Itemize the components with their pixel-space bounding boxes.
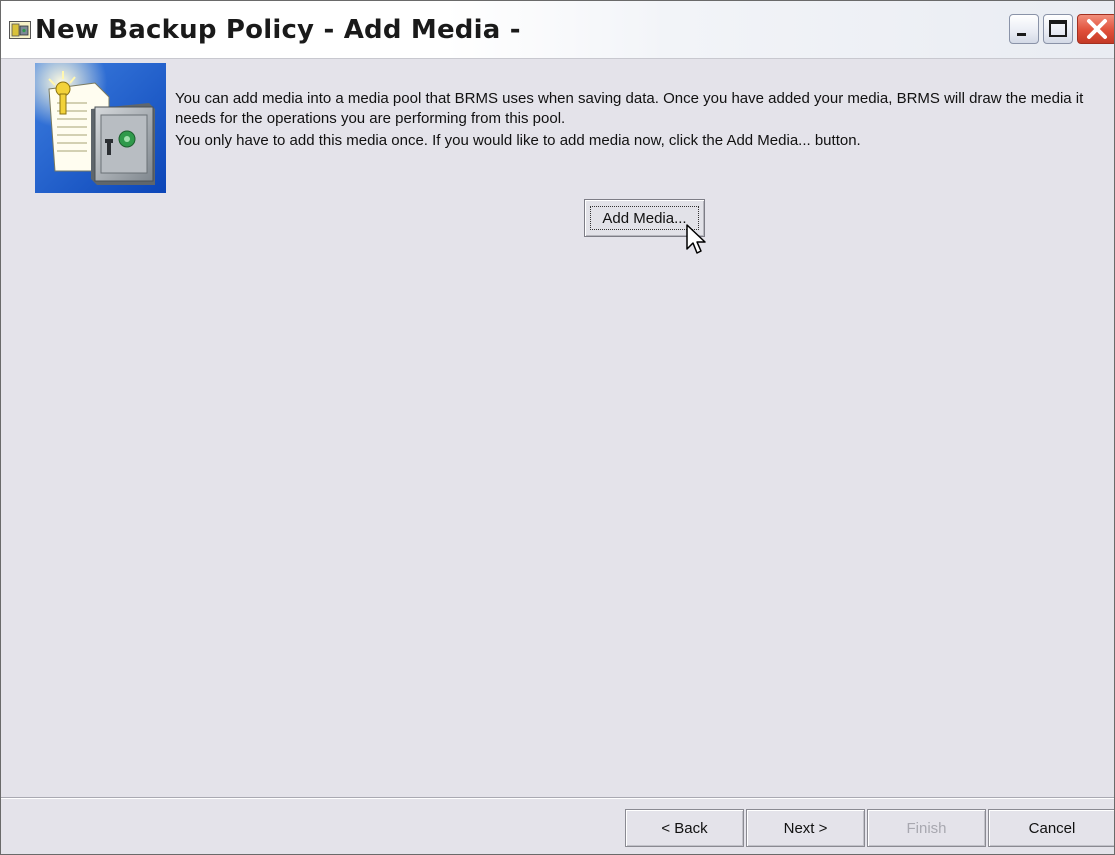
description-paragraph-1: You can add media into a media pool that… [175, 90, 1084, 127]
title-divider [1, 58, 1114, 59]
cancel-button-label: Cancel [1028, 819, 1076, 837]
maximize-button[interactable] [1043, 14, 1073, 44]
cancel-button[interactable]: Cancel [988, 809, 1114, 847]
add-media-label: Add Media... [590, 206, 699, 230]
back-button-label: < Back [661, 819, 708, 837]
close-button[interactable] [1077, 14, 1114, 44]
close-icon [1087, 19, 1107, 39]
wizard-window: New Backup Policy - Add Media - You can … [0, 0, 1115, 855]
next-button-label: Next > [783, 819, 828, 837]
app-icon [9, 21, 31, 39]
window-title: New Backup Policy - Add Media - [35, 15, 521, 45]
title-bar[interactable]: New Backup Policy - Add Media - [1, 1, 1114, 58]
mouse-cursor-icon [686, 224, 706, 254]
media-safe-icon [35, 63, 166, 193]
maximize-icon [1049, 20, 1067, 37]
finish-button[interactable]: Finish [867, 809, 986, 847]
minimize-icon [1017, 33, 1026, 36]
description-paragraph-2: You only have to add this media once. If… [175, 132, 861, 149]
back-button[interactable]: < Back [625, 809, 744, 847]
description: You can add media into a media pool that… [175, 89, 1105, 151]
next-button[interactable]: Next > [746, 809, 865, 847]
minimize-button[interactable] [1009, 14, 1039, 44]
finish-button-label: Finish [906, 819, 947, 837]
